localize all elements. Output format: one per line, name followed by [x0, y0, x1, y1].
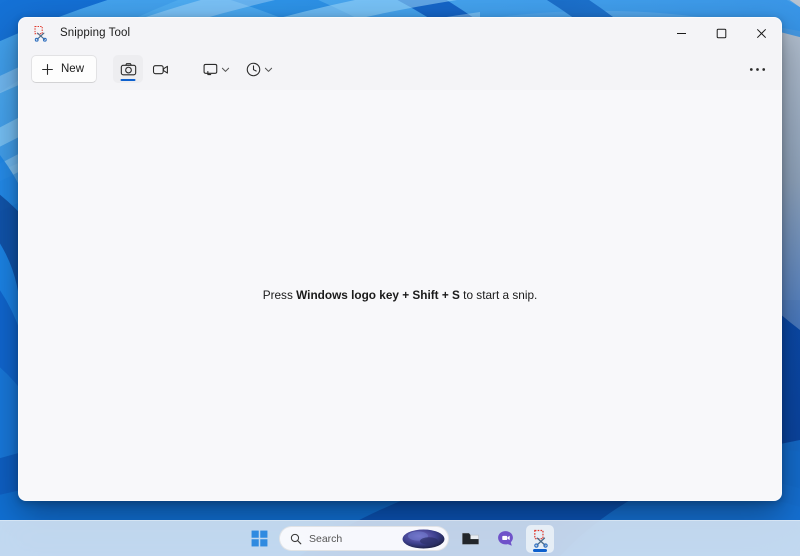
snip-canvas-area: Press Windows logo key + Shift + S to st… [19, 90, 781, 500]
snipping-tool-icon [34, 25, 47, 42]
ellipsis-icon [749, 67, 765, 71]
window-caption-buttons [661, 18, 781, 48]
chevron-down-icon [264, 67, 273, 72]
new-snip-button[interactable]: New [31, 55, 98, 83]
snip-mode-screenshot[interactable] [113, 55, 144, 83]
taskbar-teams[interactable] [491, 525, 519, 553]
plus-icon [42, 63, 53, 75]
window-title: Snipping Tool [60, 27, 131, 39]
minimize-button[interactable] [661, 18, 701, 48]
teams-chat-icon [497, 531, 513, 546]
copilot-icon[interactable] [401, 528, 446, 550]
capture-mode-group [113, 55, 175, 83]
taskbar-search-box[interactable]: Search [279, 526, 449, 551]
empty-state-hint: Press Windows logo key + Shift + S to st… [263, 288, 538, 302]
new-snip-label: New [61, 63, 85, 75]
window-title-bar: Snipping Tool [19, 18, 781, 48]
file-explorer-icon [461, 532, 479, 545]
video-camera-icon [152, 64, 168, 74]
clock-icon [246, 62, 261, 76]
taskbar: Search [0, 520, 800, 556]
snipping-mode-dropdown[interactable] [197, 55, 234, 83]
start-button[interactable] [246, 526, 272, 552]
close-button[interactable] [741, 18, 781, 48]
taskbar-snipping-tool[interactable] [526, 524, 554, 553]
camera-icon [120, 62, 136, 75]
rectangle-snip-icon [203, 63, 218, 75]
search-placeholder: Search [309, 532, 343, 545]
hint-shortcut-keys: Windows logo key + Shift + S [296, 288, 460, 302]
hint-prefix: Press [262, 288, 297, 302]
snipping-tool-window: Snipping Tool New Press Windows logo key… [18, 17, 782, 501]
snip-options-group [197, 55, 277, 83]
maximize-icon [716, 28, 726, 38]
search-icon [290, 533, 302, 544]
delay-dropdown[interactable] [240, 55, 277, 83]
taskbar-file-explorer[interactable] [456, 525, 484, 553]
see-more-button[interactable] [741, 55, 771, 83]
windows-logo-icon [251, 530, 267, 547]
chevron-down-icon [221, 67, 230, 72]
snipping-tool-icon [533, 529, 548, 548]
minimize-icon [676, 32, 686, 34]
close-icon [756, 28, 766, 38]
snip-mode-record[interactable] [145, 55, 175, 83]
main-toolbar: New [19, 48, 781, 90]
desktop: Snipping Tool New Press Windows logo key… [0, 0, 800, 556]
maximize-button[interactable] [701, 18, 741, 48]
hint-suffix: to start a snip. [459, 288, 538, 302]
